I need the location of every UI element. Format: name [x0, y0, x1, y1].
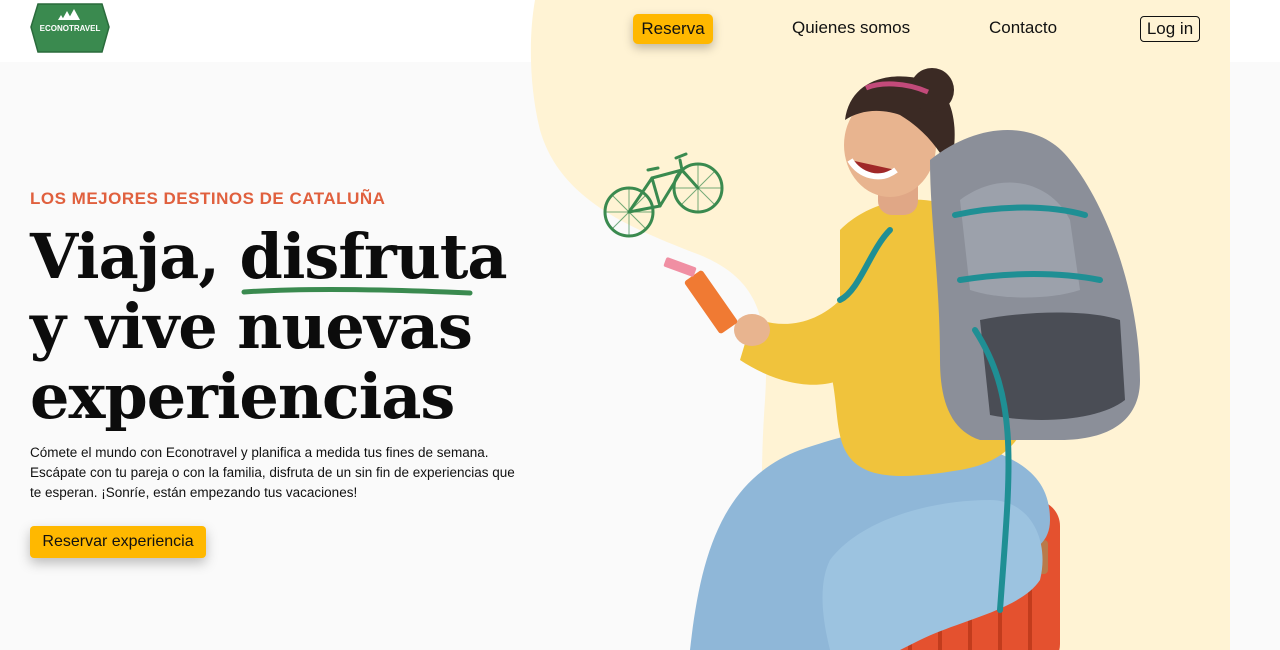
nav-link-quienes-somos[interactable]: Quienes somos: [792, 18, 910, 38]
headline-highlight-word: disfruta: [239, 220, 508, 293]
hero-eyebrow: LOS MEJORES DESTINOS DE CATALUÑA: [30, 189, 386, 208]
headline-line-3: experiencias: [30, 360, 455, 433]
reservar-experiencia-button[interactable]: Reservar experiencia: [30, 526, 206, 558]
brush-underline: [241, 286, 473, 296]
hero-headline: Viaja, disfruta y vive nuevas experienci…: [30, 220, 508, 433]
hero-description: Cómete el mundo con Econotravel y planif…: [30, 445, 515, 500]
headline-part-1: Viaja,: [30, 220, 240, 293]
headline-line-2: y vive nuevas: [30, 290, 473, 363]
login-button[interactable]: Log in: [1140, 16, 1200, 42]
nav-link-contacto[interactable]: Contacto: [989, 18, 1057, 38]
logo-text: ECONOTRAVEL: [40, 24, 101, 33]
nav-reserva-button[interactable]: Reserva: [633, 14, 713, 44]
bicycle-icon: [603, 152, 724, 238]
econotravel-logo[interactable]: ECONOTRAVEL: [30, 0, 110, 54]
